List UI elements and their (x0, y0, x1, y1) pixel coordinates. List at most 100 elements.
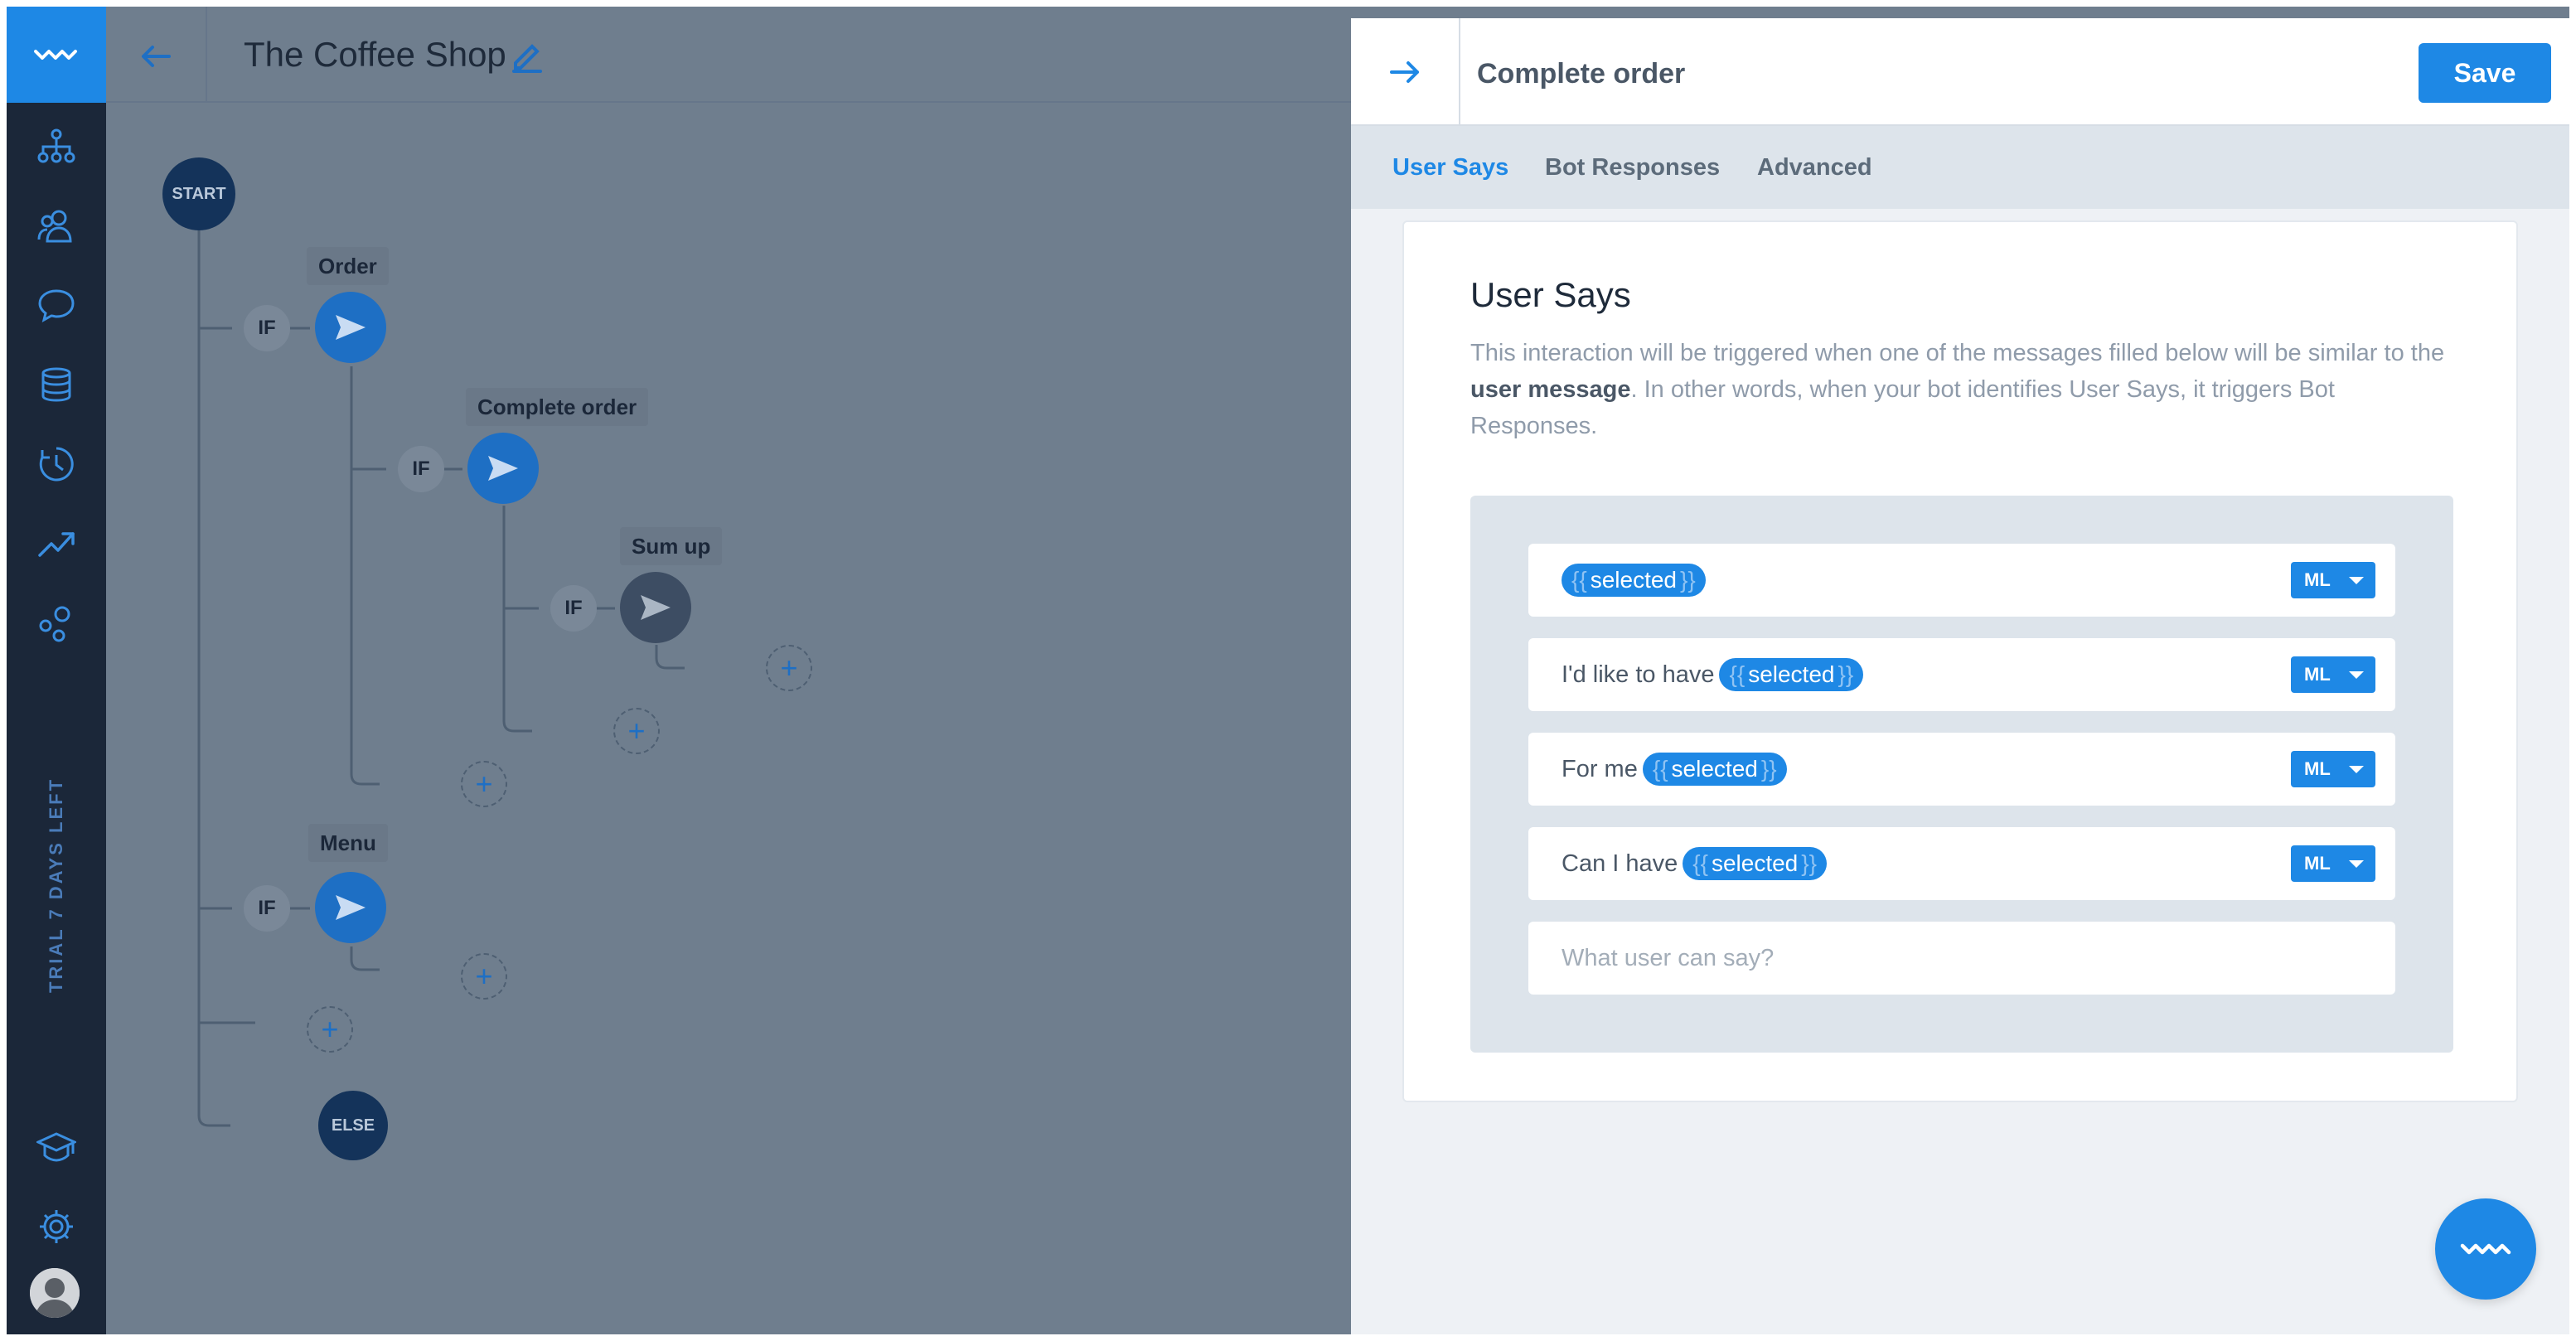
user-says-card: User Says This interaction will be trigg… (1402, 220, 2518, 1102)
analytics-trend-icon[interactable] (36, 524, 76, 564)
interaction-panel: Complete order Save User Says Bot Respon… (1351, 18, 2569, 1334)
flow-canvas: START Order IF Complete order IF Sum up … (106, 104, 1358, 1334)
description-text: This interaction will be triggered when … (1470, 340, 2445, 366)
node-label-order: Order (307, 247, 389, 285)
add-step-button[interactable]: + (613, 708, 660, 754)
utterance-prefix: Can I have (1562, 850, 1678, 877)
add-step-button[interactable]: + (766, 645, 812, 691)
database-icon[interactable] (36, 365, 76, 404)
entity-name: selected (1748, 661, 1835, 687)
utterance-text[interactable]: I'd like to have {{selected}} (1562, 638, 1864, 711)
tab-advanced[interactable]: Advanced (1757, 154, 1872, 182)
utterance-text[interactable]: Can I have {{selected}} (1562, 827, 1827, 900)
back-arrow-icon[interactable] (136, 36, 176, 76)
send-node-sum-up[interactable] (620, 572, 691, 643)
nav-rail: TRIAL 7 DAYS LEFT (7, 7, 106, 1334)
settings-gear-icon[interactable] (36, 1207, 76, 1247)
logo-icon[interactable] (7, 7, 106, 103)
plus-icon: + (321, 1012, 339, 1046)
canvas-header: The Coffee Shop (106, 7, 1358, 103)
app-window: TRIAL 7 DAYS LEFT The Coffee Shop START … (7, 7, 2569, 1334)
utterance-row[interactable]: I'd like to have {{selected}} ML (1528, 638, 2395, 711)
entity-brace: }} (1801, 850, 1817, 876)
match-type-label: ML (2304, 853, 2331, 874)
send-icon (336, 315, 366, 340)
chat-bubble-icon[interactable] (36, 285, 76, 325)
plus-icon: + (780, 651, 798, 685)
if-label: IF (412, 457, 430, 480)
flow-connectors (197, 194, 685, 1127)
save-button[interactable]: Save (2419, 43, 2551, 103)
entity-brace: {{ (1692, 850, 1708, 876)
utterance-prefix: For me (1562, 755, 1638, 782)
node-label-menu: Menu (308, 824, 388, 862)
if-condition-order[interactable]: IF (244, 305, 290, 351)
user-avatar[interactable] (30, 1268, 80, 1318)
add-step-button[interactable]: + (461, 953, 507, 1000)
entity-chip[interactable]: {{selected}} (1683, 847, 1827, 880)
send-node-order[interactable] (315, 292, 386, 363)
flow-tree-icon[interactable] (36, 126, 76, 166)
panel-title: Complete order (1477, 58, 1686, 90)
entity-chip[interactable]: {{selected}} (1642, 753, 1787, 786)
utterance-row[interactable]: {{selected}} ML (1528, 544, 2395, 617)
add-step-button[interactable]: + (461, 761, 507, 807)
utterance-text[interactable]: For me {{selected}} (1562, 733, 1787, 806)
chevron-down-icon (2349, 671, 2364, 679)
chevron-down-icon (2349, 766, 2364, 773)
entity-chip[interactable]: {{selected}} (1719, 658, 1864, 691)
else-node[interactable]: ELSE (318, 1091, 388, 1160)
section-title: User Says (1470, 275, 1631, 314)
trial-days-left-text: TRIAL 7 DAYS LEFT (46, 777, 66, 994)
new-utterance-placeholder: What user can say? (1562, 944, 1775, 971)
history-clock-icon[interactable] (36, 444, 76, 484)
academy-cap-icon[interactable] (36, 1127, 76, 1167)
edit-pencil-icon[interactable] (509, 38, 545, 75)
entity-brace: }} (1760, 756, 1777, 782)
plus-icon: + (475, 767, 493, 801)
entity-brace: {{ (1571, 567, 1587, 593)
panel-header: Complete order Save (1351, 18, 2569, 126)
send-icon (641, 595, 671, 620)
utterance-text[interactable]: {{selected}} (1562, 544, 1706, 617)
add-step-button[interactable]: + (307, 1006, 353, 1053)
entity-name: selected (1711, 850, 1799, 876)
project-title: The Coffee Shop (244, 35, 506, 74)
trial-notice: TRIAL 7 DAYS LEFT (30, 777, 83, 993)
header-divider (206, 7, 207, 103)
plus-icon: + (627, 714, 646, 748)
send-node-complete-order[interactable] (467, 433, 539, 504)
match-type-dropdown[interactable]: ML (2291, 656, 2375, 693)
match-type-dropdown[interactable]: ML (2291, 751, 2375, 787)
entity-brace: }} (1680, 567, 1696, 593)
if-condition-sum-up[interactable]: IF (550, 585, 597, 632)
integrations-icon[interactable] (36, 603, 76, 643)
else-node-label: ELSE (331, 1116, 375, 1135)
if-label: IF (258, 317, 276, 339)
start-node[interactable]: START (162, 157, 235, 230)
chat-widget-button[interactable] (2435, 1198, 2536, 1300)
utterance-row[interactable]: For me {{selected}} ML (1528, 733, 2395, 806)
chat-logo-icon (2460, 1243, 2511, 1255)
chevron-down-icon (2349, 860, 2364, 868)
new-utterance-input[interactable]: What user can say? (1528, 922, 2395, 995)
match-type-dropdown[interactable]: ML (2291, 845, 2375, 882)
tab-user-says[interactable]: User Says (1392, 154, 1508, 182)
users-icon[interactable] (36, 206, 76, 245)
if-label: IF (258, 897, 276, 919)
plus-icon: + (475, 959, 493, 993)
match-type-label: ML (2304, 569, 2331, 590)
if-condition-complete-order[interactable]: IF (398, 446, 444, 492)
panel-tabs: User Says Bot Responses Advanced (1351, 126, 2569, 209)
send-node-menu[interactable] (315, 872, 386, 943)
match-type-label: ML (2304, 664, 2331, 685)
tab-bot-responses[interactable]: Bot Responses (1545, 154, 1720, 182)
if-label: IF (564, 597, 583, 619)
utterance-row[interactable]: Can I have {{selected}} ML (1528, 827, 2395, 900)
match-type-label: ML (2304, 758, 2331, 779)
collapse-arrow-icon[interactable] (1386, 53, 1424, 91)
match-type-dropdown[interactable]: ML (2291, 562, 2375, 598)
entity-brace: {{ (1729, 661, 1746, 687)
entity-chip[interactable]: {{selected}} (1562, 564, 1706, 597)
if-condition-menu[interactable]: IF (244, 885, 290, 932)
